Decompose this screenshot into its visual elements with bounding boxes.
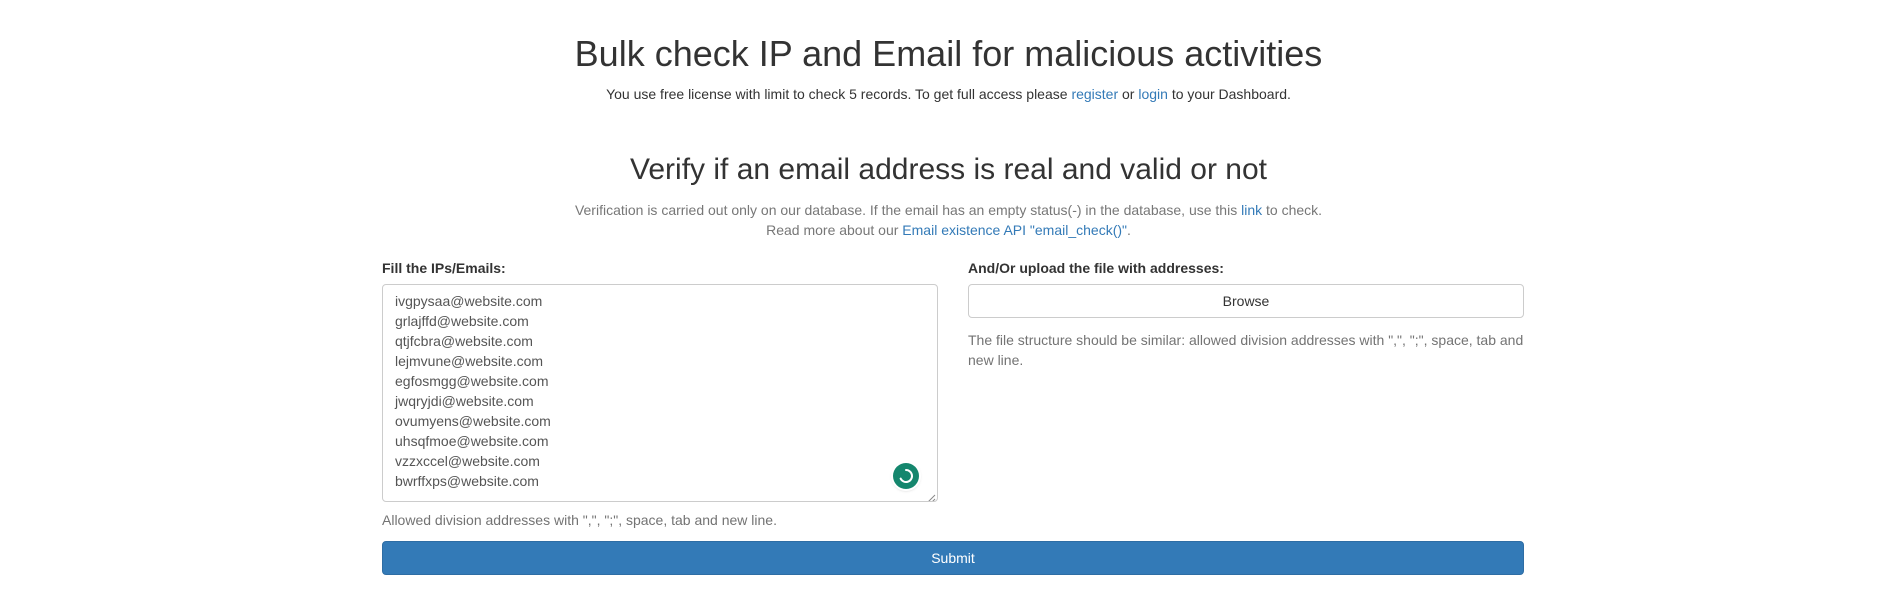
emails-textarea[interactable]: ivgpysaa@website.com grlajffd@website.com…	[382, 284, 938, 502]
email-line: ivgpysaa@website.com	[395, 293, 543, 309]
submit-button[interactable]: Submit	[382, 541, 1524, 575]
register-link[interactable]: register	[1071, 86, 1118, 102]
browse-button[interactable]: Browse	[968, 284, 1524, 318]
emails-field-label: Fill the IPs/Emails:	[382, 260, 506, 276]
grammar-check-icon[interactable]	[893, 463, 919, 489]
license-text-prefix: You use free license with limit to check…	[606, 86, 1072, 102]
verify-title: Verify if an email address is real and v…	[630, 153, 1267, 186]
email-line: qtjfcbra@website.com	[395, 333, 533, 349]
verify-description: Verification is carried out only on our …	[0, 200, 1897, 240]
upload-column: And/Or upload the file with addresses: B…	[968, 258, 1524, 370]
email-line: uhsqfmoe@website.com	[395, 433, 549, 449]
email-line: vzzxccel@website.com	[395, 453, 540, 469]
verify-section: Verify if an email address is real and v…	[0, 150, 1897, 240]
grammar-check-glyph	[899, 469, 913, 483]
emails-help-text: Allowed division addresses with ",", ";"…	[382, 512, 777, 528]
login-link[interactable]: login	[1138, 86, 1168, 102]
upload-field-label: And/Or upload the file with addresses:	[968, 260, 1224, 276]
resize-grip-icon[interactable]	[926, 490, 936, 501]
readmore-prefix: Read more about our	[766, 222, 903, 238]
page: Bulk check IP and Email for malicious ac…	[0, 0, 1897, 604]
license-text-suffix: to your Dashboard.	[1167, 86, 1291, 102]
email-list: ivgpysaa@website.com grlajffd@website.com…	[395, 291, 925, 491]
license-notice: You use free license with limit to check…	[0, 84, 1897, 104]
readmore-suffix: .	[1127, 222, 1131, 238]
email-api-link[interactable]: Email existence API "email_check()"	[902, 222, 1127, 238]
page-title: Bulk check IP and Email for malicious ac…	[574, 33, 1323, 74]
verify-desc-prefix: Verification is carried out only on our …	[574, 202, 1242, 218]
page-header: Bulk check IP and Email for malicious ac…	[0, 32, 1897, 104]
emails-column: Fill the IPs/Emails: ivgpysaa@website.co…	[382, 258, 938, 530]
email-line: bwrffxps@website.com	[395, 473, 539, 489]
license-or-text: or	[1118, 86, 1139, 102]
check-link[interactable]: link	[1241, 202, 1262, 218]
verify-desc-suffix: to check.	[1262, 202, 1323, 218]
upload-help-text: The file structure should be similar: al…	[968, 332, 1524, 368]
email-line: egfosmgg@website.com	[395, 373, 549, 389]
email-line: ovumyens@website.com	[395, 413, 551, 429]
email-line: jwqryjdi@website.com	[395, 393, 534, 409]
email-line: lejmvune@website.com	[395, 353, 544, 369]
resize-grip-glyph	[928, 494, 936, 501]
email-line: grlajffd@website.com	[395, 313, 529, 329]
